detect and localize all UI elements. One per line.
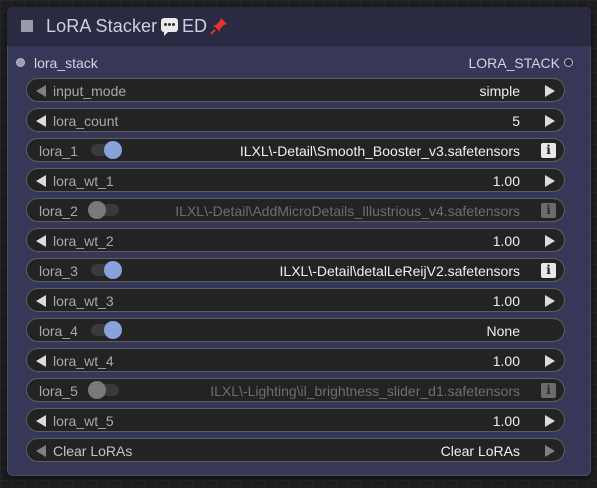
widget-value: 1.00 (492, 413, 520, 429)
lora-wt-4-stepper[interactable]: lora_wt_4 1.00 (26, 348, 565, 372)
decrement-arrow-icon[interactable] (36, 295, 46, 307)
widget-value: ILXL\-Detail\AddMicroDetails_Illustrious… (175, 203, 520, 219)
slot-row: lora_stack LORA_STACK (7, 54, 591, 72)
widget-value: Clear LoRAs (440, 443, 520, 459)
decrement-arrow-icon[interactable] (36, 415, 46, 427)
input-slot-dot[interactable] (16, 58, 25, 67)
output-slot-label: LORA_STACK (468, 55, 560, 71)
widget-label: lora_wt_3 (53, 293, 114, 309)
widget-label: lora_wt_4 (53, 353, 114, 369)
lora-3-selector[interactable]: lora_3 ILXL\-Detail\detalLeReijV2.safete… (26, 258, 565, 282)
widget-value: ILXL\-Detail\detalLeReijV2.safetensors (279, 263, 520, 279)
lora-3-toggle[interactable] (91, 261, 122, 279)
widget-label: lora_4 (39, 323, 78, 339)
toggle-knob (88, 201, 106, 219)
pushpin-icon[interactable] (210, 17, 228, 35)
node-title-bar[interactable]: LoRA Stacker ED (7, 7, 591, 46)
info-icon[interactable]: i (541, 383, 556, 398)
toggle-knob (88, 381, 106, 399)
info-icon[interactable]: i (541, 263, 556, 278)
widget-value: ILXL\-Lighting\il_brightness_slider_d1.s… (210, 383, 520, 399)
output-slot-dot[interactable] (564, 58, 573, 67)
widget-value: None (486, 323, 520, 339)
lora-wt-3-stepper[interactable]: lora_wt_3 1.00 (26, 288, 565, 312)
lora-4-selector[interactable]: lora_4 None (26, 318, 565, 342)
node-badge-text: ED (182, 16, 208, 36)
lora-4-toggle[interactable] (91, 321, 122, 339)
lora-1-selector[interactable]: lora_1 ILXL\-Detail\Smooth_Booster_v3.sa… (26, 138, 565, 162)
decrement-arrow-icon[interactable] (36, 355, 46, 367)
widget-label: lora_1 (39, 143, 78, 159)
widget-label: lora_wt_2 (53, 233, 114, 249)
lora-1-toggle[interactable] (91, 141, 122, 159)
lora-wt-1-stepper[interactable]: lora_wt_1 1.00 (26, 168, 565, 192)
decrement-arrow-icon[interactable] (36, 445, 46, 457)
increment-arrow-icon[interactable] (545, 115, 555, 127)
lora-5-toggle[interactable] (88, 381, 119, 399)
lora-5-selector[interactable]: lora_5 ILXL\-Lighting\il_brightness_slid… (26, 378, 565, 402)
lora-2-selector[interactable]: lora_2 ILXL\-Detail\AddMicroDetails_Illu… (26, 198, 565, 222)
widget-value: 1.00 (492, 233, 520, 249)
widget-value: 1.00 (492, 293, 520, 309)
widget-label: input_mode (53, 83, 127, 99)
widget-value: ILXL\-Detail\Smooth_Booster_v3.safetenso… (239, 143, 520, 159)
increment-arrow-icon[interactable] (545, 295, 555, 307)
widget-value: simple (479, 83, 520, 99)
widget-value: 1.00 (492, 173, 520, 189)
increment-arrow-icon[interactable] (545, 445, 555, 457)
lora-wt-2-stepper[interactable]: lora_wt_2 1.00 (26, 228, 565, 252)
increment-arrow-icon[interactable] (545, 355, 555, 367)
collapse-toggle-icon[interactable] (21, 20, 33, 32)
toggle-knob (104, 261, 122, 279)
decrement-arrow-icon[interactable] (36, 115, 46, 127)
input-mode-combo[interactable]: input_mode simple (26, 78, 565, 102)
widget-value: 5 (512, 113, 520, 129)
widget-label: lora_count (53, 113, 119, 129)
decrement-arrow-icon[interactable] (36, 85, 46, 97)
decrement-arrow-icon[interactable] (36, 235, 46, 247)
lora-stacker-node[interactable]: LoRA Stacker ED lora_stack LORA_STACK in… (7, 7, 591, 476)
widget-value: 1.00 (492, 353, 520, 369)
input-slot-label: lora_stack (34, 55, 98, 71)
info-icon[interactable]: i (541, 143, 556, 158)
lora-2-toggle[interactable] (88, 201, 119, 219)
widget-label: lora_5 (39, 383, 78, 399)
widget-label: lora_3 (39, 263, 78, 279)
increment-arrow-icon[interactable] (545, 85, 555, 97)
widget-label: lora_2 (39, 203, 78, 219)
widget-label: lora_wt_5 (53, 413, 114, 429)
increment-arrow-icon[interactable] (545, 415, 555, 427)
toggle-knob (104, 141, 122, 159)
widget-label: lora_wt_1 (53, 173, 114, 189)
clear-loras-combo[interactable]: Clear LoRAs Clear LoRAs (26, 438, 565, 462)
decrement-arrow-icon[interactable] (36, 175, 46, 187)
toggle-knob (104, 321, 122, 339)
info-icon[interactable]: i (541, 203, 556, 218)
lora-wt-5-stepper[interactable]: lora_wt_5 1.00 (26, 408, 565, 432)
node-title: LoRA Stacker (46, 16, 158, 36)
increment-arrow-icon[interactable] (545, 175, 555, 187)
widget-label: Clear LoRAs (53, 443, 133, 459)
increment-arrow-icon[interactable] (545, 235, 555, 247)
speech-bubble-icon (161, 18, 178, 36)
lora-count-stepper[interactable]: lora_count 5 (26, 108, 565, 132)
